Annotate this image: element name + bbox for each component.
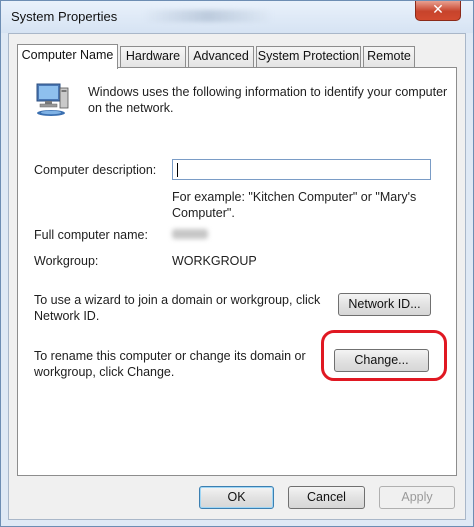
intro-text-line2: on the network. (88, 101, 174, 115)
computer-name-panel: Windows uses the following information t… (17, 67, 457, 476)
computer-description-label: Computer description: (34, 163, 157, 177)
tab-remote[interactable]: Remote (363, 46, 415, 67)
example-text-line2: Computer". (172, 206, 235, 220)
apply-button[interactable]: Apply (379, 486, 455, 509)
network-id-text-line1: To use a wizard to join a domain or work… (34, 293, 321, 307)
intro-text-line1: Windows uses the following information t… (88, 85, 448, 99)
dialog-body: Computer Name Hardware Advanced System P… (8, 33, 466, 520)
cancel-button[interactable]: Cancel (288, 486, 365, 509)
close-icon: ✕ (432, 2, 444, 18)
change-text-line2: workgroup, click Change. (34, 365, 175, 379)
title-bar[interactable]: System Properties ✕ (1, 1, 473, 33)
window-title: System Properties (11, 9, 118, 24)
blurred-title-detail (143, 10, 273, 22)
ok-button[interactable]: OK (199, 486, 274, 509)
network-id-text-line2: Network ID. (34, 309, 100, 323)
close-button[interactable]: ✕ (415, 1, 461, 21)
network-id-button[interactable]: Network ID... (338, 293, 431, 316)
full-computer-name-value-redacted (172, 229, 208, 239)
change-button-highlight (321, 330, 447, 381)
workgroup-label: Workgroup: (34, 254, 99, 268)
tab-hardware[interactable]: Hardware (120, 46, 186, 67)
computer-network-icon (36, 83, 69, 116)
text-caret (177, 163, 178, 177)
change-text-line1: To rename this computer or change its do… (34, 349, 306, 363)
tab-system-protection[interactable]: System Protection (256, 46, 361, 67)
tab-computer-name[interactable]: Computer Name (17, 44, 118, 69)
computer-description-input[interactable] (172, 159, 431, 180)
full-computer-name-label: Full computer name: (34, 228, 148, 242)
tab-advanced[interactable]: Advanced (188, 46, 254, 67)
example-text-line1: For example: "Kitchen Computer" or "Mary… (172, 190, 417, 204)
workgroup-value: WORKGROUP (172, 254, 257, 268)
system-properties-window: System Properties ✕ Computer Name Hardwa… (0, 0, 474, 527)
